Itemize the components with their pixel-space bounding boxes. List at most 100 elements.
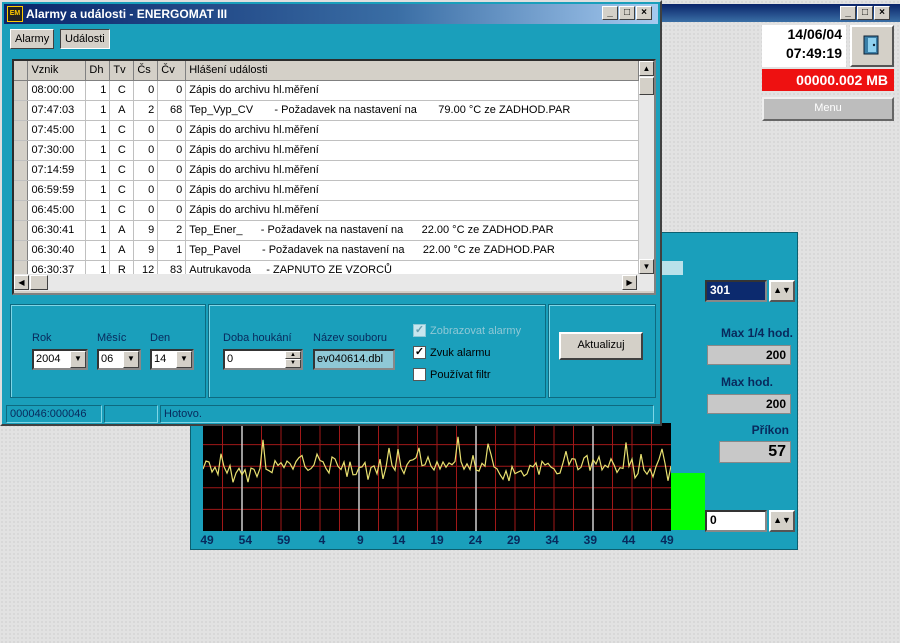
row-indicator[interactable] — [14, 160, 29, 181]
sound-alarm-checkbox[interactable]: ✓ — [413, 346, 426, 359]
table-row[interactable]: 07:14:59 1 C 0 0 Zápis do archivu hl.měření — [14, 160, 639, 181]
tab-alarms[interactable]: Alarmy — [10, 29, 55, 49]
year-select[interactable]: 2004 ▼ — [32, 349, 88, 370]
cell-tv: R — [109, 260, 135, 274]
row-indicator[interactable] — [14, 100, 29, 121]
cell-tv: C — [109, 80, 135, 101]
row-indicator[interactable] — [14, 240, 29, 261]
cell-time: 07:47:03 — [27, 100, 87, 121]
power-graph — [203, 423, 671, 531]
scroll-right-icon[interactable]: ▶ — [622, 275, 637, 290]
column-header-dh[interactable]: Dh — [85, 61, 111, 81]
close-button[interactable]: × — [874, 6, 890, 20]
cell-time: 06:59:59 — [27, 180, 87, 201]
scroll-up-icon[interactable]: ▲ — [639, 61, 654, 76]
table-row[interactable]: 07:47:03 1 A 2 68 Tep_Vyp_CV - Požadavek na n… — [14, 100, 639, 121]
power-value: 57 — [719, 441, 791, 463]
cell-cv: 0 — [157, 80, 187, 101]
row-indicator[interactable] — [14, 200, 29, 221]
chevron-down-icon[interactable]: ▼ — [70, 351, 86, 368]
cell-cs: 9 — [133, 220, 159, 241]
table-row[interactable]: 06:30:37 1 R 12 83 Autrukavoda - ZAPNUTO ZE V… — [14, 260, 639, 274]
graph-offset-spinner[interactable]: ▲▼ — [769, 510, 795, 532]
chevron-down-icon[interactable]: ▼ — [123, 351, 139, 368]
scroll-thumb[interactable] — [639, 77, 654, 95]
use-filter-checkbox[interactable] — [413, 368, 426, 381]
file-name-field: ev040614.dbl — [313, 349, 395, 370]
row-indicator[interactable] — [14, 220, 29, 241]
year-label: Rok — [32, 332, 52, 344]
month-select[interactable]: 06 ▼ — [97, 349, 141, 370]
cell-time: 08:00:00 — [27, 80, 87, 101]
duration-value: 0 — [227, 353, 234, 365]
row-indicator[interactable] — [14, 260, 29, 274]
minimize-button[interactable]: _ — [602, 6, 618, 20]
cell-cs: 2 — [133, 100, 159, 121]
x-tick-label: 9 — [356, 533, 364, 547]
cell-message: Zápis do archivu hl.měření — [185, 140, 639, 161]
hscroll-thumb[interactable] — [30, 275, 48, 290]
column-header-message[interactable]: Hlášení události — [185, 61, 639, 81]
x-tick-label: 59 — [276, 533, 291, 547]
spin-down-icon[interactable]: ▼ — [285, 359, 301, 368]
spin-up-icon[interactable]: ▲ — [285, 351, 301, 359]
show-alarms-label: Zobrazovat alarmy — [430, 324, 522, 337]
cell-time: 07:30:00 — [27, 140, 87, 161]
table-row[interactable]: 06:45:00 1 C 0 0 Zápis do archivu hl.měření — [14, 200, 639, 221]
scroll-left-icon[interactable]: ◀ — [14, 275, 29, 290]
power-level-bar — [671, 472, 705, 530]
maximize-button[interactable]: □ — [857, 6, 873, 20]
tab-events[interactable]: Události — [60, 29, 110, 49]
table-row[interactable]: 08:00:00 1 C 0 0 Zápis do archivu hl.měření — [14, 80, 639, 101]
day-select[interactable]: 14 ▼ — [150, 349, 194, 370]
disk-usage-readout: 00000.002 MB — [762, 69, 894, 91]
column-header-cs[interactable]: Čs — [133, 61, 159, 81]
cell-time: 07:14:59 — [27, 160, 87, 181]
show-alarms-checkbox: ✓ — [413, 324, 426, 337]
cell-message: Tep_Ener_ - Požadavek na nastavení na 22… — [185, 220, 639, 241]
exit-button[interactable] — [850, 25, 894, 67]
cell-cv: 0 — [157, 180, 187, 201]
menu-button[interactable]: Menu — [762, 97, 894, 121]
max-hour-label: Max hod. — [720, 375, 773, 389]
table-row[interactable]: 07:30:00 1 C 0 0 Zápis do archivu hl.měření — [14, 140, 639, 161]
column-header-vznik[interactable]: Vznik — [27, 61, 87, 81]
cell-cs: 9 — [133, 240, 159, 261]
scroll-down-icon[interactable]: ▼ — [639, 259, 654, 274]
x-tick-label: 39 — [583, 533, 598, 547]
graph-range-spinner[interactable]: ▲▼ — [769, 280, 795, 302]
vertical-scrollbar[interactable]: ▲ ▼ — [639, 61, 654, 274]
row-indicator[interactable] — [14, 180, 29, 201]
cell-tv: C — [109, 140, 135, 161]
minimize-button[interactable]: _ — [840, 6, 856, 20]
chevron-down-icon[interactable]: ▼ — [176, 351, 192, 368]
column-header-tv[interactable]: Tv — [109, 61, 135, 81]
duration-spinner[interactable]: 0 ▲ ▼ — [223, 349, 303, 370]
main-window-titlebar: _ □ × — [660, 4, 900, 22]
use-filter-option[interactable]: Používat filtr — [413, 368, 491, 381]
sound-alarm-option[interactable]: ✓ Zvuk alarmu — [413, 346, 491, 359]
graph-offset-input[interactable]: 0 — [705, 510, 767, 532]
close-button[interactable]: × — [636, 6, 652, 20]
horizontal-scrollbar[interactable]: ◀ ▶ — [14, 274, 654, 291]
row-indicator-header — [14, 61, 29, 81]
column-header-cv[interactable]: Čv — [157, 61, 187, 81]
use-filter-label: Používat filtr — [430, 368, 491, 381]
row-indicator[interactable] — [14, 120, 29, 141]
maximize-button[interactable]: □ — [619, 6, 635, 20]
file-name-label: Název souboru — [313, 332, 387, 344]
table-row[interactable]: 06:59:59 1 C 0 0 Zápis do archivu hl.měření — [14, 180, 639, 201]
row-indicator[interactable] — [14, 140, 29, 161]
max-quarter-value: 200 — [707, 345, 791, 365]
x-tick-label: 49 — [660, 533, 674, 547]
cell-tv: C — [109, 200, 135, 221]
x-tick-label: 34 — [545, 533, 559, 547]
graph-range-input[interactable]: 301 — [705, 280, 767, 302]
row-indicator[interactable] — [14, 80, 29, 101]
refresh-button[interactable]: Aktualizuj — [559, 332, 643, 360]
cell-cv: 0 — [157, 140, 187, 161]
x-tick-label: 44 — [621, 533, 636, 547]
table-row[interactable]: 06:30:40 1 A 9 1 Tep_Pavel - Požadavek na nas… — [14, 240, 639, 261]
table-row[interactable]: 07:45:00 1 C 0 0 Zápis do archivu hl.měření — [14, 120, 639, 141]
table-row[interactable]: 06:30:41 1 A 9 2 Tep_Ener_ - Požadavek na nas… — [14, 220, 639, 241]
